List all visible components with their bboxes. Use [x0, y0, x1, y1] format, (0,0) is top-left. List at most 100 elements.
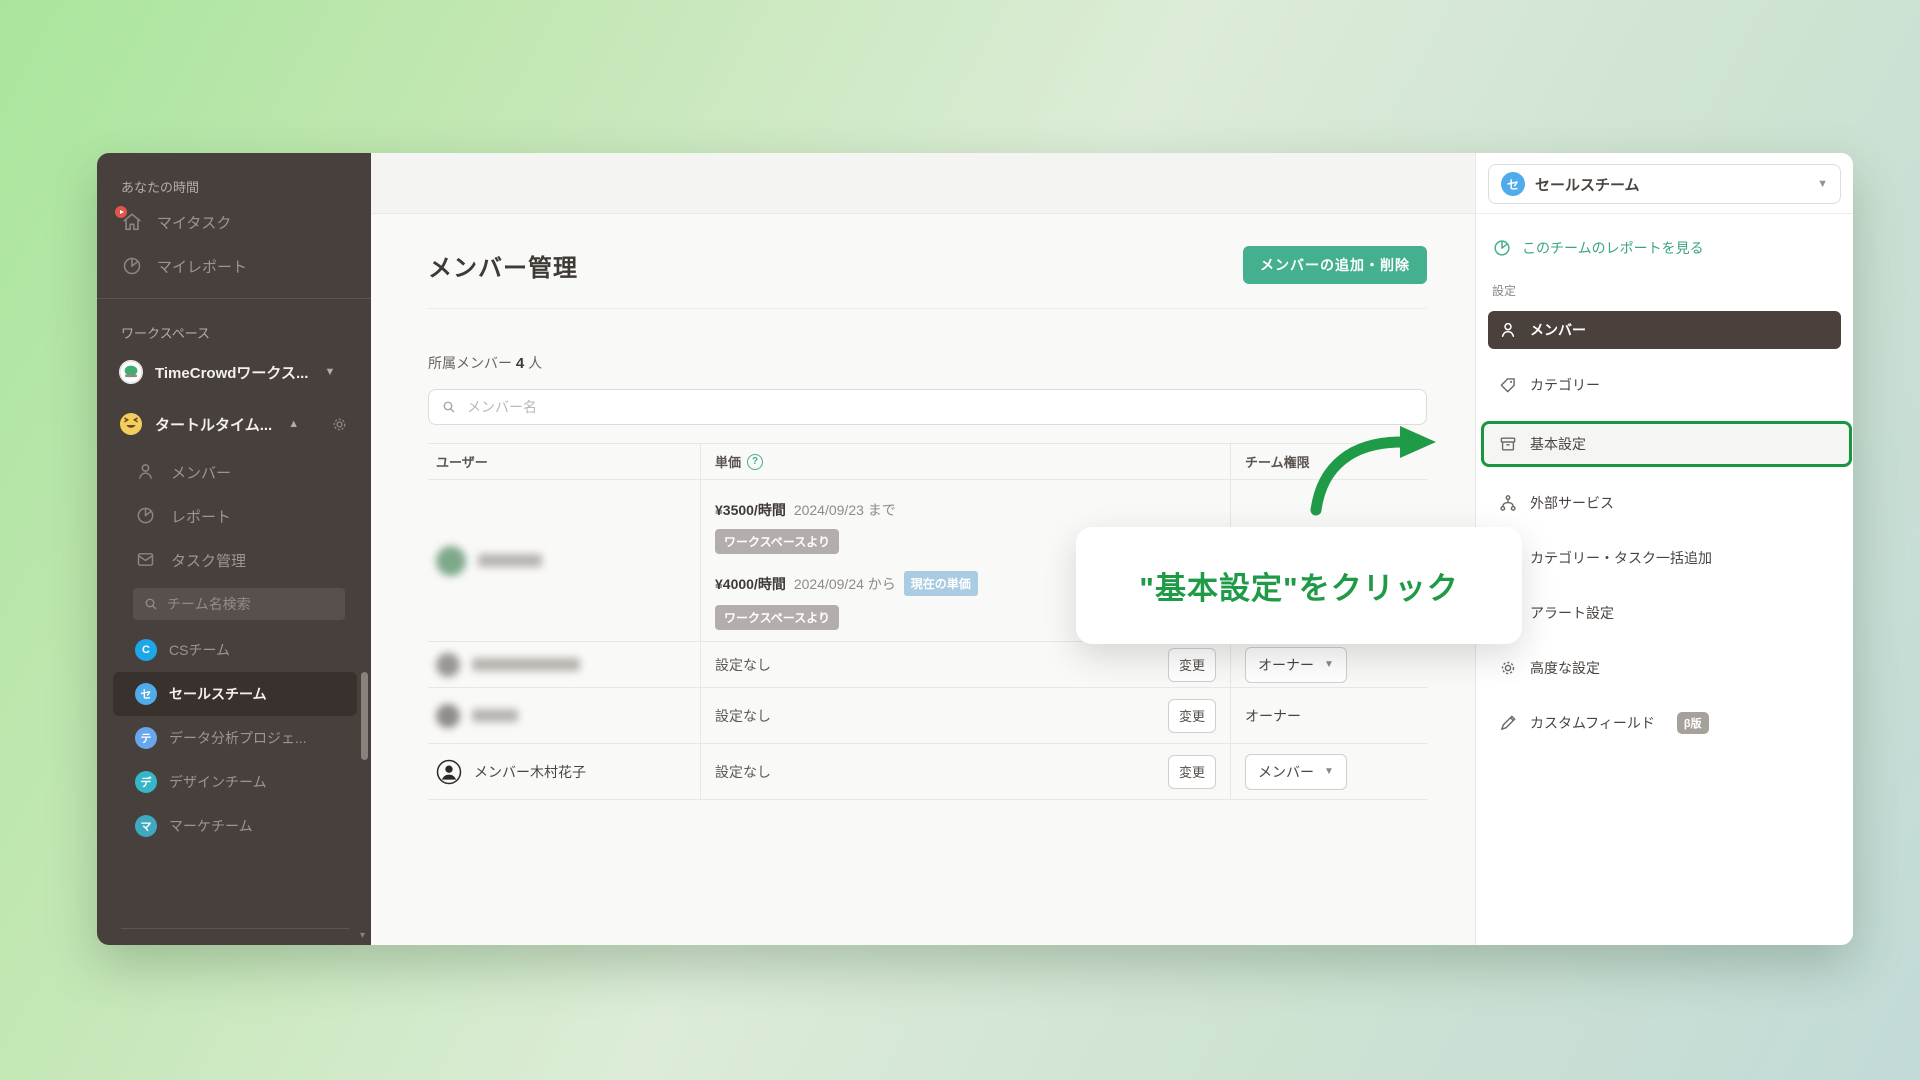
settings-item-basic-settings[interactable]: 基本設定	[1481, 421, 1852, 467]
main-top-bar	[371, 153, 1475, 214]
divider	[121, 928, 349, 929]
team-avatar: テ	[135, 727, 157, 749]
emoji-laugh-icon	[119, 412, 143, 436]
settings-item-categories[interactable]: カテゴリー	[1488, 366, 1841, 404]
help-icon[interactable]: ?	[747, 453, 764, 470]
sidebar-item-task-admin[interactable]: タスク管理	[97, 538, 371, 582]
table-row: 設定なし 変更 オーナー ▼	[428, 642, 1427, 688]
divider	[428, 308, 1427, 309]
chevron-down-icon: ▼	[324, 366, 336, 378]
team-label: デザインチーム	[169, 774, 267, 790]
member-count-value: 4	[515, 355, 525, 372]
team-avatar: デ	[135, 771, 157, 793]
search-icon	[145, 598, 157, 610]
settings-item-alert-settings[interactable]: アラート設定	[1488, 594, 1841, 632]
rate-cell: 設定なし 変更	[700, 744, 1230, 799]
settings-item-label: カテゴリー・タスク一括追加	[1530, 550, 1712, 566]
role-cell: オーナー	[1230, 688, 1427, 743]
settings-item-label: 高度な設定	[1530, 660, 1600, 676]
sidebar-item-report[interactable]: レポート	[97, 494, 371, 538]
current-rate-badge: 現在の単価	[903, 571, 978, 596]
sidebar-team-cs[interactable]: C CSチーム	[97, 628, 371, 672]
role-dropdown[interactable]: オーナー ▼	[1245, 646, 1347, 683]
team-selector-label: セールスチーム	[1535, 176, 1640, 194]
role-value: オーナー	[1258, 656, 1314, 673]
rate-none: 設定なし	[715, 656, 771, 673]
member-search-input[interactable]	[467, 399, 1414, 415]
team-avatar: セ	[1501, 172, 1525, 196]
rate-source-badge: ワークスペースより	[715, 605, 839, 630]
sidebar-team-sales[interactable]: セ セールスチーム	[113, 672, 357, 716]
role-value: オーナー	[1245, 707, 1301, 724]
team-search-placeholder: チーム名検索	[167, 596, 251, 612]
rate-period: 2024/09/23 まで	[793, 502, 896, 518]
chevron-down-icon: ▼	[1817, 178, 1828, 190]
column-header-rate: 単価?	[700, 444, 1230, 479]
sidebar-item-my-report[interactable]: マイレポート	[97, 244, 371, 288]
table-row: 設定なし 変更 オーナー	[428, 688, 1427, 744]
settings-item-custom-fields[interactable]: カスタムフィールド β版	[1488, 704, 1841, 742]
settings-item-members[interactable]: メンバー	[1488, 311, 1841, 349]
team-label: マーケチーム	[169, 818, 253, 834]
change-rate-button[interactable]: 変更	[1167, 698, 1216, 733]
tag-icon	[1498, 375, 1518, 395]
role-cell: メンバー ▼	[1230, 744, 1427, 799]
settings-item-label: メンバー	[1530, 322, 1586, 338]
pie-chart-icon	[1492, 238, 1512, 258]
tutorial-tooltip: "基本設定"をクリック	[1076, 527, 1522, 644]
team-report-link-label: このチームのレポートを見る	[1522, 240, 1704, 256]
person-icon	[135, 461, 157, 483]
home-icon	[115, 206, 143, 233]
gear-icon	[1498, 658, 1518, 678]
team-report-link[interactable]: このチームのレポートを見る	[1492, 238, 1841, 258]
team-label: セールスチーム	[169, 686, 267, 702]
table-row: メンバー木村花子 設定なし 変更 メンバー ▼	[428, 744, 1427, 800]
archive-box-icon	[1498, 434, 1518, 454]
pie-chart-icon	[121, 255, 143, 277]
pencil-icon	[1498, 713, 1518, 733]
settings-item-bulk-add[interactable]: カテゴリー・タスク一括追加	[1488, 539, 1841, 577]
settings-item-external-services[interactable]: 外部サービス	[1488, 484, 1841, 522]
timecrowd-logo-icon	[119, 360, 143, 384]
team-label: CSチーム	[169, 642, 231, 658]
sidebar-team-data-analysis[interactable]: テ データ分析プロジェ...	[97, 716, 371, 760]
sidebar-scrollbar[interactable]	[361, 672, 368, 760]
page-title: メンバー管理	[428, 254, 578, 282]
team-avatar: マ	[135, 815, 157, 837]
rate-none: 設定なし	[715, 763, 771, 780]
workspace-label: タートルタイム...	[155, 416, 273, 434]
user-cell: メンバー木村花子	[428, 744, 700, 799]
settings-item-advanced-settings[interactable]: 高度な設定	[1488, 649, 1841, 687]
member-search	[428, 389, 1427, 425]
username-blurred	[472, 658, 580, 671]
change-rate-button[interactable]: 変更	[1167, 754, 1216, 789]
sidebar-team-design[interactable]: デ デザインチーム	[97, 760, 371, 804]
member-count-prefix: 所属メンバー	[428, 355, 512, 371]
right-settings-panel: セ セールスチーム ▼ このチームのレポートを見る 設定 メンバー カテゴリー …	[1475, 153, 1853, 945]
gear-icon[interactable]	[330, 415, 349, 434]
envelope-icon	[135, 549, 157, 571]
sidebar-team-marketing[interactable]: マ マーケチーム	[97, 804, 371, 848]
workspace-turtle-time[interactable]: タートルタイム... ▲	[97, 398, 371, 450]
avatar-blurred	[436, 545, 466, 576]
rate-amount: ¥3500/時間	[715, 502, 786, 518]
tutorial-arrow-icon	[1310, 426, 1436, 516]
team-selector-dropdown[interactable]: セ セールスチーム ▼	[1488, 164, 1841, 204]
section-workspace-label: ワークスペース	[121, 326, 211, 341]
workspace-timecrowd[interactable]: TimeCrowdワークス... ▼	[97, 346, 371, 398]
role-dropdown[interactable]: メンバー ▼	[1245, 753, 1347, 790]
team-search-input[interactable]: チーム名検索	[133, 588, 345, 620]
member-count: 所属メンバー 4 人	[428, 353, 1427, 373]
role-value: メンバー	[1258, 763, 1314, 780]
sidebar-item-my-task[interactable]: マイタスク	[97, 200, 371, 244]
settings-item-label: 基本設定	[1530, 436, 1586, 452]
rate-source-badge: ワークスペースより	[715, 529, 839, 554]
change-rate-button[interactable]: 変更	[1167, 647, 1216, 682]
role-cell: オーナー ▼	[1230, 642, 1427, 687]
column-header-user: ユーザー	[436, 455, 488, 470]
add-remove-members-button[interactable]: メンバーの追加・削除	[1243, 246, 1427, 284]
sidebar-item-label: レポート	[171, 508, 232, 526]
sidebar-item-members[interactable]: メンバー	[97, 450, 371, 494]
rate-cell: 設定なし 変更	[700, 642, 1230, 687]
settings-item-label: カテゴリー	[1530, 377, 1600, 393]
